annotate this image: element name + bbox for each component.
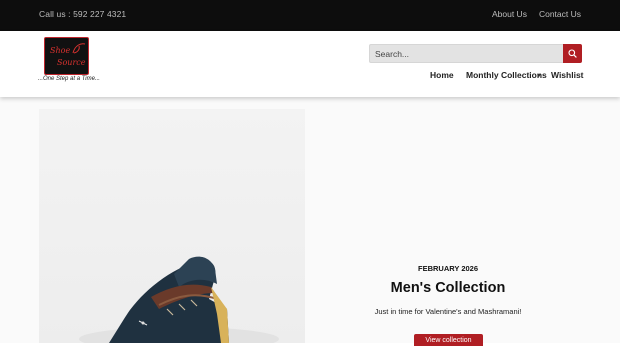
nav-home[interactable]: Home	[430, 70, 454, 80]
logo-line1: Shoe	[50, 46, 71, 55]
search-icon	[568, 49, 577, 58]
shoe-photo	[39, 109, 305, 343]
contact-us-link[interactable]: Contact Us	[539, 9, 581, 19]
about-us-link[interactable]: About Us	[492, 9, 527, 19]
top-bar: Call us : 592 227 4321 About Us Contact …	[0, 0, 620, 31]
top-links: About Us Contact Us	[492, 9, 581, 19]
slide-date: FEBRUARY 2026	[417, 264, 479, 273]
view-collection-button[interactable]: View collection	[414, 334, 483, 346]
shoe-logo-icon	[72, 43, 86, 54]
tagline: ...One Step at a Time...	[38, 76, 100, 82]
search-input[interactable]: Search...	[369, 44, 563, 63]
nav-wishlist[interactable]: Wishlist	[551, 70, 584, 80]
logo[interactable]: Shoe Source	[44, 37, 89, 75]
search-button[interactable]	[563, 44, 582, 63]
site-header: Shoe Source ...One Step at a Time... Sea…	[0, 31, 620, 97]
chevron-down-icon[interactable]	[537, 74, 541, 77]
hero-slider: FEBRUARY 2026 Men's Collection Just in t…	[0, 97, 620, 346]
nav-monthly-collections[interactable]: Monthly Collections	[466, 70, 547, 80]
boat-shoe-image	[79, 256, 279, 343]
call-us-text: Call us : 592 227 4321	[39, 9, 127, 19]
logo-line2: Source	[57, 58, 86, 67]
slide-title: Men's Collection	[390, 280, 506, 296]
slide-subtitle: Just in time for Valentine's and Mashram…	[374, 307, 522, 316]
